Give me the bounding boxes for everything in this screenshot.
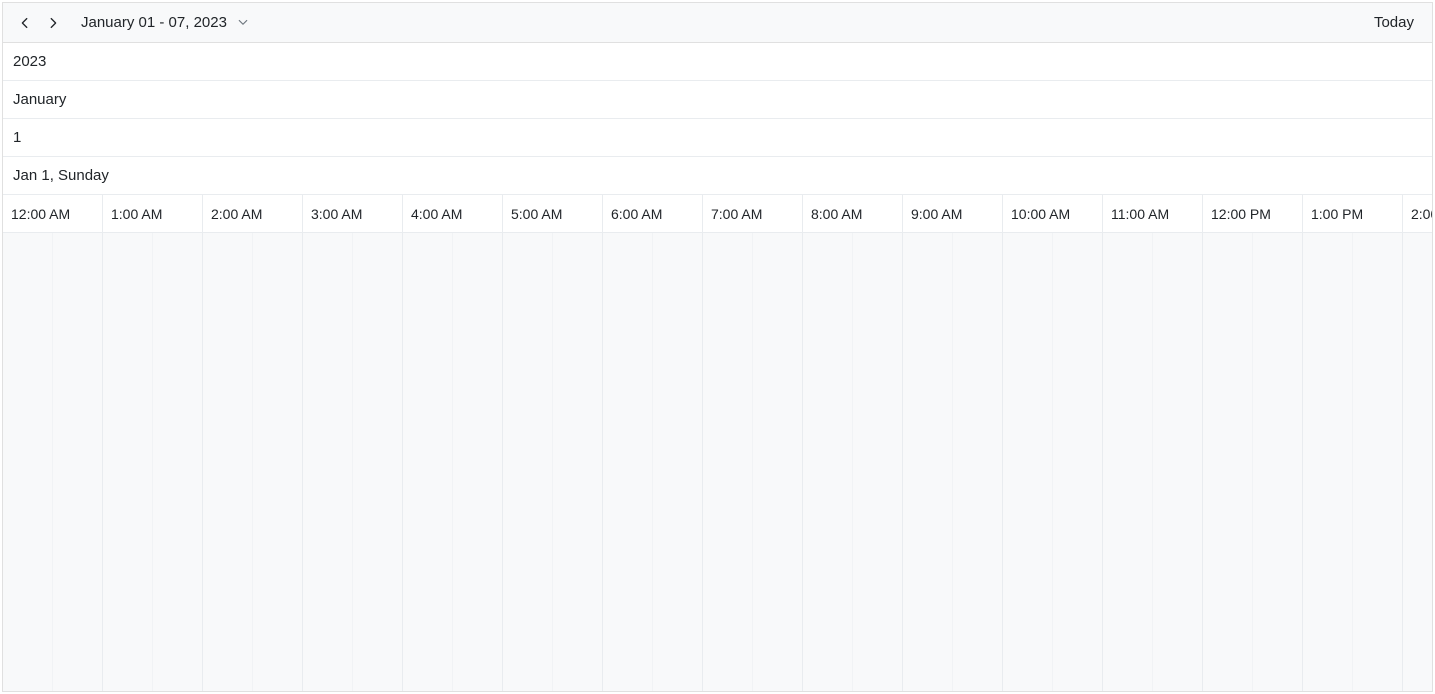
time-header-cell: 5:00 AM xyxy=(503,195,603,232)
time-header-cell: 7:00 AM xyxy=(703,195,803,232)
timeline-slot[interactable] xyxy=(603,233,653,691)
header-day-number[interactable]: 1 xyxy=(3,119,1432,157)
timeline-slot[interactable] xyxy=(753,233,803,691)
time-header-label: 10:00 AM xyxy=(1011,206,1070,222)
timeline-slot[interactable] xyxy=(953,233,1003,691)
header-day-full[interactable]: Jan 1, Sunday xyxy=(3,157,1432,195)
timeline-slot[interactable] xyxy=(703,233,753,691)
time-header-label: 1:00 PM xyxy=(1311,206,1363,222)
time-header-label: 12:00 PM xyxy=(1211,206,1271,222)
timeline-slot[interactable] xyxy=(403,233,453,691)
timeline-slot[interactable] xyxy=(1003,233,1053,691)
timeline-slot[interactable] xyxy=(653,233,703,691)
timeline-slot[interactable] xyxy=(203,233,253,691)
timeline-slot[interactable] xyxy=(153,233,203,691)
time-header-label: 11:00 AM xyxy=(1111,206,1169,222)
timeline-slot[interactable] xyxy=(3,233,53,691)
header-year[interactable]: 2023 xyxy=(3,43,1432,81)
time-header-label: 4:00 AM xyxy=(411,206,462,222)
time-header-label: 7:00 AM xyxy=(711,206,762,222)
timeline-slot[interactable] xyxy=(853,233,903,691)
date-range-label: January 01 - 07, 2023 xyxy=(81,14,227,31)
timeline-scroll-area[interactable] xyxy=(3,233,1432,691)
time-header-cell: 10:00 AM xyxy=(1003,195,1103,232)
timeline-slot[interactable] xyxy=(453,233,503,691)
time-header-label: 8:00 AM xyxy=(811,206,862,222)
timeline-slot[interactable] xyxy=(1403,233,1432,691)
time-header-cell: 3:00 AM xyxy=(303,195,403,232)
header-month-text: January xyxy=(13,91,66,108)
timeline-slot[interactable] xyxy=(353,233,403,691)
timeline-slot[interactable] xyxy=(1303,233,1353,691)
today-label: Today xyxy=(1374,14,1414,31)
scheduler: January 01 - 07, 2023 Today 2023 January… xyxy=(2,2,1433,692)
time-header-label: 9:00 AM xyxy=(911,206,962,222)
timeline-slot[interactable] xyxy=(903,233,953,691)
time-header: 12:00 AM 1:00 AM 2:00 AM 3:00 AM 4:00 AM 5:00… xyxy=(3,195,1432,233)
toolbar: January 01 - 07, 2023 Today xyxy=(3,3,1432,43)
time-header-cell: 1:00 PM xyxy=(1303,195,1403,232)
time-header-cell: 2:00 PM xyxy=(1403,195,1432,232)
chevron-right-icon xyxy=(46,16,60,30)
header-day-number-text: 1 xyxy=(13,129,21,146)
chevron-down-icon xyxy=(237,15,249,31)
time-header-label: 6:00 AM xyxy=(611,206,662,222)
time-header-label: 1:00 AM xyxy=(111,206,162,222)
timeline-slot[interactable] xyxy=(253,233,303,691)
time-header-cell: 12:00 AM xyxy=(3,195,103,232)
header-day-full-text: Jan 1, Sunday xyxy=(13,167,109,184)
today-button[interactable]: Today xyxy=(1364,9,1424,37)
timeline-slot[interactable] xyxy=(503,233,553,691)
timeline-content: 12:00 AM 1:00 AM 2:00 AM 3:00 AM 4:00 AM 5:00… xyxy=(3,195,1432,691)
time-header-cell: 2:00 AM xyxy=(203,195,303,232)
chevron-left-icon xyxy=(18,16,32,30)
date-range-picker[interactable]: January 01 - 07, 2023 xyxy=(75,9,255,37)
header-month[interactable]: January xyxy=(3,81,1432,119)
time-header-cell: 6:00 AM xyxy=(603,195,703,232)
header-year-text: 2023 xyxy=(13,53,46,70)
time-header-cell: 4:00 AM xyxy=(403,195,503,232)
timeline-slot[interactable] xyxy=(553,233,603,691)
time-header-cell: 12:00 PM xyxy=(1203,195,1303,232)
timeline-slot[interactable] xyxy=(1053,233,1103,691)
timeline-slot[interactable] xyxy=(303,233,353,691)
time-header-label: 2:00 AM xyxy=(211,206,262,222)
time-header-label: 5:00 AM xyxy=(511,206,562,222)
time-header-cell: 8:00 AM xyxy=(803,195,903,232)
time-header-cell: 9:00 AM xyxy=(903,195,1003,232)
timeline-slot[interactable] xyxy=(1153,233,1203,691)
timeline-slot[interactable] xyxy=(1203,233,1253,691)
time-header-label: 2:00 PM xyxy=(1411,206,1432,222)
timeline-slot[interactable] xyxy=(1103,233,1153,691)
next-button[interactable] xyxy=(39,9,67,37)
timeline-slot[interactable] xyxy=(103,233,153,691)
time-header-cell: 1:00 AM xyxy=(103,195,203,232)
timeline-slot[interactable] xyxy=(1253,233,1303,691)
time-header-label: 3:00 AM xyxy=(311,206,362,222)
timeline-slot[interactable] xyxy=(1353,233,1403,691)
time-header-label: 12:00 AM xyxy=(11,206,70,222)
time-header-cell: 11:00 AM xyxy=(1103,195,1203,232)
timeline-slot[interactable] xyxy=(803,233,853,691)
prev-button[interactable] xyxy=(11,9,39,37)
timeline-slot[interactable] xyxy=(53,233,103,691)
